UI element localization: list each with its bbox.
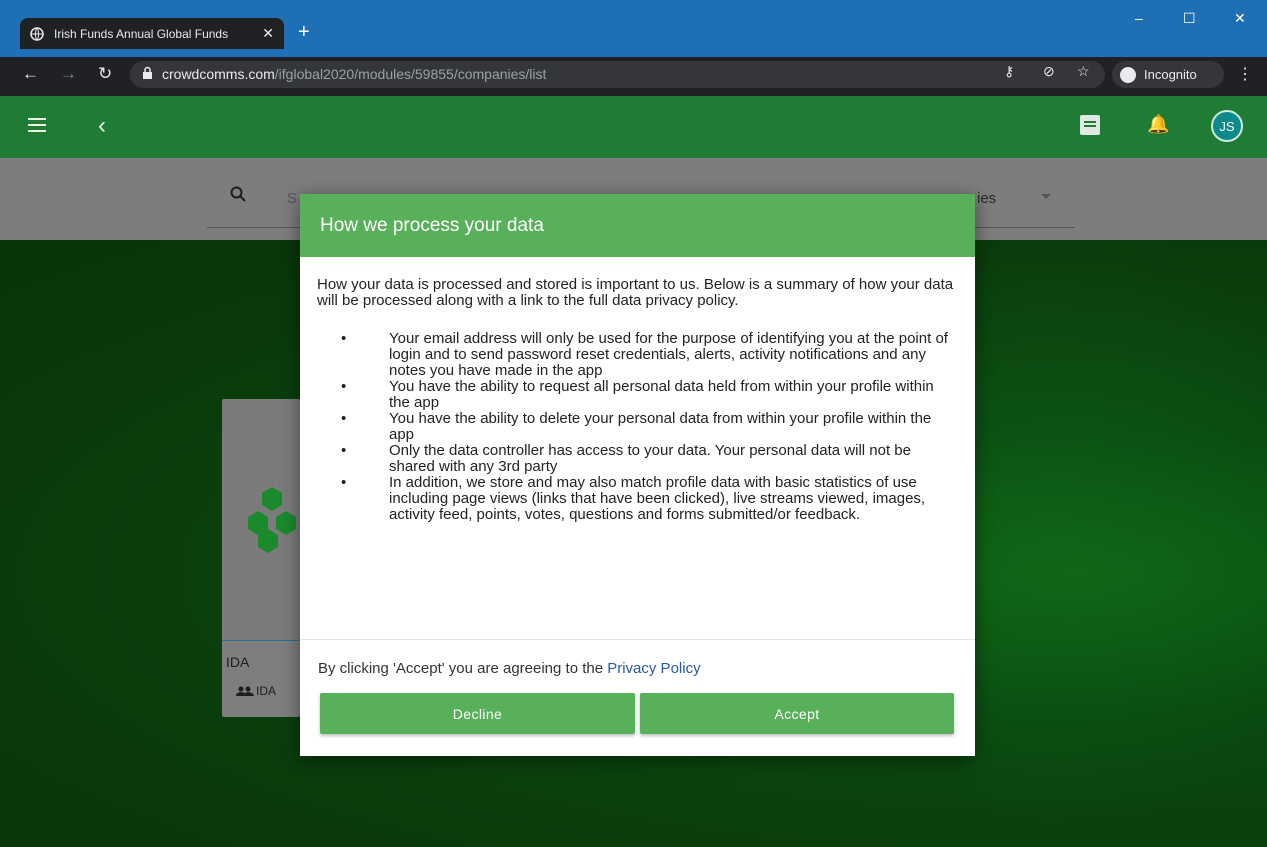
privacy-points-list: Your email address will only be used for… [317, 331, 958, 523]
incognito-icon [1120, 66, 1136, 83]
star-icon[interactable]: ☆ [1077, 63, 1090, 80]
new-tab-icon[interactable]: + [298, 22, 310, 42]
consent-text: By clicking 'Accept' you are agreeing to… [318, 660, 701, 677]
consent-label: By clicking 'Accept' you are agreeing to… [318, 660, 608, 677]
app-header: ‹ 🔔 JS [0, 96, 1267, 158]
browser-tab-bar: Irish Funds Annual Global Funds ✕ + – ☐ … [0, 0, 1267, 57]
list-item: You have the ability to request all pers… [317, 379, 958, 411]
close-window-icon[interactable]: ✕ [1234, 10, 1246, 27]
privacy-dialog: How we process your data How your data i… [300, 194, 975, 756]
dialog-body: How your data is processed and stored is… [300, 257, 975, 523]
list-item: You have the ability to delete your pers… [317, 411, 958, 443]
filter-underline [975, 227, 1075, 228]
accept-button[interactable]: Accept [640, 693, 954, 734]
chevron-left-icon[interactable]: ‹ [98, 112, 106, 140]
decline-button[interactable]: Decline [320, 693, 635, 734]
bell-icon[interactable]: 🔔 [1147, 114, 1169, 135]
lock-icon [142, 66, 153, 85]
company-card[interactable]: IDA IDA [222, 399, 300, 717]
list-item: In addition, we store and may also match… [317, 475, 958, 523]
chevron-down-icon[interactable] [1041, 194, 1051, 199]
maximize-icon[interactable]: ☐ [1183, 10, 1196, 27]
incognito-indicator[interactable]: Incognito [1112, 61, 1224, 88]
list-item: Your email address will only be used for… [317, 331, 958, 379]
people-icon [236, 686, 254, 696]
company-name: IDA [226, 654, 250, 670]
globe-icon [30, 26, 44, 41]
avatar[interactable]: JS [1211, 110, 1243, 142]
address-url[interactable]: crowdcomms.com/ifglobal2020/modules/5985… [162, 66, 546, 82]
browser-tab-title: Irish Funds Annual Global Funds [54, 26, 229, 41]
company-tag-label: IDA [256, 684, 277, 698]
dialog-intro: How your data is processed and stored is… [317, 276, 954, 309]
dialog-header: How we process your data [300, 194, 975, 257]
forward-arrow-icon[interactable]: → [60, 64, 77, 84]
close-tab-icon[interactable]: ✕ [262, 25, 274, 42]
minimize-icon[interactable]: – [1135, 10, 1143, 26]
key-icon[interactable]: ⚷ [1004, 63, 1014, 80]
dialog-divider [300, 639, 975, 640]
privacy-policy-link[interactable]: Privacy Policy [607, 660, 700, 677]
dialog-title: How we process your data [320, 214, 544, 236]
chat-icon[interactable] [1080, 115, 1100, 135]
companies-filter[interactable]: ies [977, 190, 996, 207]
company-logo-area [222, 399, 300, 641]
menu-icon[interactable] [28, 118, 46, 136]
incognito-label: Incognito [1144, 67, 1197, 82]
url-host: crowdcomms.com [162, 66, 275, 82]
search-input[interactable]: S [287, 190, 297, 207]
company-logo-icon [248, 487, 296, 553]
list-item: Only the data controller has access to y… [317, 443, 958, 475]
reload-icon[interactable]: ↻ [98, 64, 112, 84]
browser-menu-icon[interactable]: ⋮ [1237, 64, 1253, 84]
browser-tab[interactable]: Irish Funds Annual Global Funds ✕ [20, 18, 284, 49]
search-icon [230, 186, 246, 202]
url-path: /ifglobal2020/modules/59855/companies/li… [274, 66, 547, 82]
back-arrow-icon[interactable]: ← [22, 64, 39, 84]
eye-off-icon[interactable]: ⊘ [1043, 63, 1055, 80]
company-tag: IDA [236, 684, 276, 698]
